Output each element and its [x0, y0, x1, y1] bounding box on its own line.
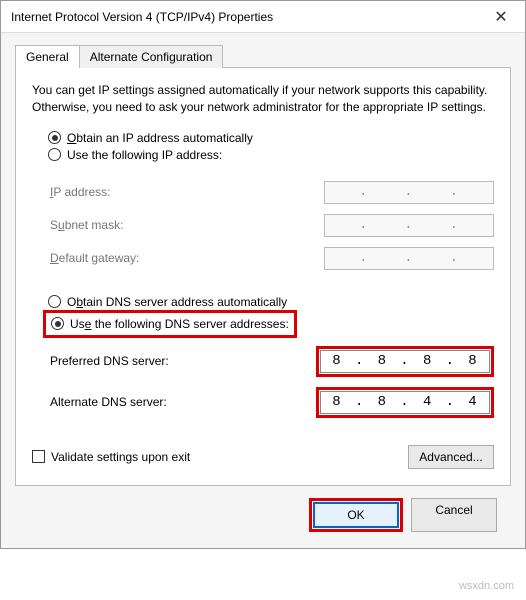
radio-use-following-dns[interactable]: Use the following DNS server addresses: — [45, 315, 295, 333]
label-subnet-mask: Subnet mask: — [50, 218, 324, 232]
radio-obtain-ip-auto[interactable]: Obtain an IP address automatically — [48, 131, 494, 145]
radio-icon — [48, 148, 61, 161]
tab-general[interactable]: General — [15, 45, 80, 68]
input-ip-address: ... — [324, 181, 494, 204]
input-subnet-mask: ... — [324, 214, 494, 237]
advanced-button[interactable]: Advanced... — [408, 445, 494, 469]
label-ip-address: IP address: — [50, 185, 324, 199]
highlight-dns-manual: Use the following DNS server addresses: — [45, 312, 295, 336]
tabstrip: General Alternate Configuration — [15, 45, 511, 68]
label-alternate-dns: Alternate DNS server: — [50, 395, 316, 409]
field-subnet-mask: Subnet mask: ... — [32, 209, 494, 242]
radio-obtain-dns-auto[interactable]: Obtain DNS server address automatically — [48, 295, 494, 309]
input-preferred-dns[interactable]: 8. 8. 8. 8 — [320, 350, 490, 373]
input-alternate-dns[interactable]: 8. 8. 4. 4 — [320, 391, 490, 414]
window-title: Internet Protocol Version 4 (TCP/IPv4) P… — [11, 10, 479, 24]
label-default-gateway: Default gateway: — [50, 251, 324, 265]
highlight-alternate-dns: 8. 8. 4. 4 — [316, 387, 494, 418]
input-default-gateway: ... — [324, 247, 494, 270]
field-preferred-dns: Preferred DNS server: 8. 8. 8. 8 — [32, 336, 494, 382]
field-default-gateway: Default gateway: ... — [32, 242, 494, 275]
radio-icon — [48, 295, 61, 308]
radio-icon — [51, 317, 64, 330]
highlight-preferred-dns: 8. 8. 8. 8 — [316, 346, 494, 377]
tab-panel-general: You can get IP settings assigned automat… — [15, 67, 511, 486]
field-alternate-dns: Alternate DNS server: 8. 8. 4. 4 — [32, 382, 494, 423]
ip-fields-group: IP address: ... Subnet mask: ... Default… — [32, 166, 494, 275]
dialog-buttons: OK Cancel — [15, 486, 511, 532]
label-preferred-dns: Preferred DNS server: — [50, 354, 316, 368]
watermark-text: wsxdn.com — [459, 580, 514, 592]
description-text: You can get IP settings assigned automat… — [32, 82, 494, 117]
checkbox-icon — [32, 450, 45, 463]
cancel-button[interactable]: Cancel — [411, 498, 497, 532]
client-area: General Alternate Configuration You can … — [1, 33, 525, 548]
checkbox-validate-settings[interactable]: Validate settings upon exit — [32, 450, 408, 464]
titlebar: Internet Protocol Version 4 (TCP/IPv4) P… — [1, 1, 525, 33]
dns-section: Obtain DNS server address automatically … — [32, 295, 494, 423]
radio-icon — [48, 131, 61, 144]
radio-use-following-ip[interactable]: Use the following IP address: — [48, 148, 494, 162]
ok-button[interactable]: OK — [313, 502, 399, 528]
dialog-window: Internet Protocol Version 4 (TCP/IPv4) P… — [0, 0, 526, 549]
close-icon[interactable]: ✕ — [479, 2, 523, 32]
field-ip-address: IP address: ... — [32, 176, 494, 209]
tab-alternate-configuration[interactable]: Alternate Configuration — [80, 45, 224, 68]
highlight-ok: OK — [309, 498, 403, 532]
